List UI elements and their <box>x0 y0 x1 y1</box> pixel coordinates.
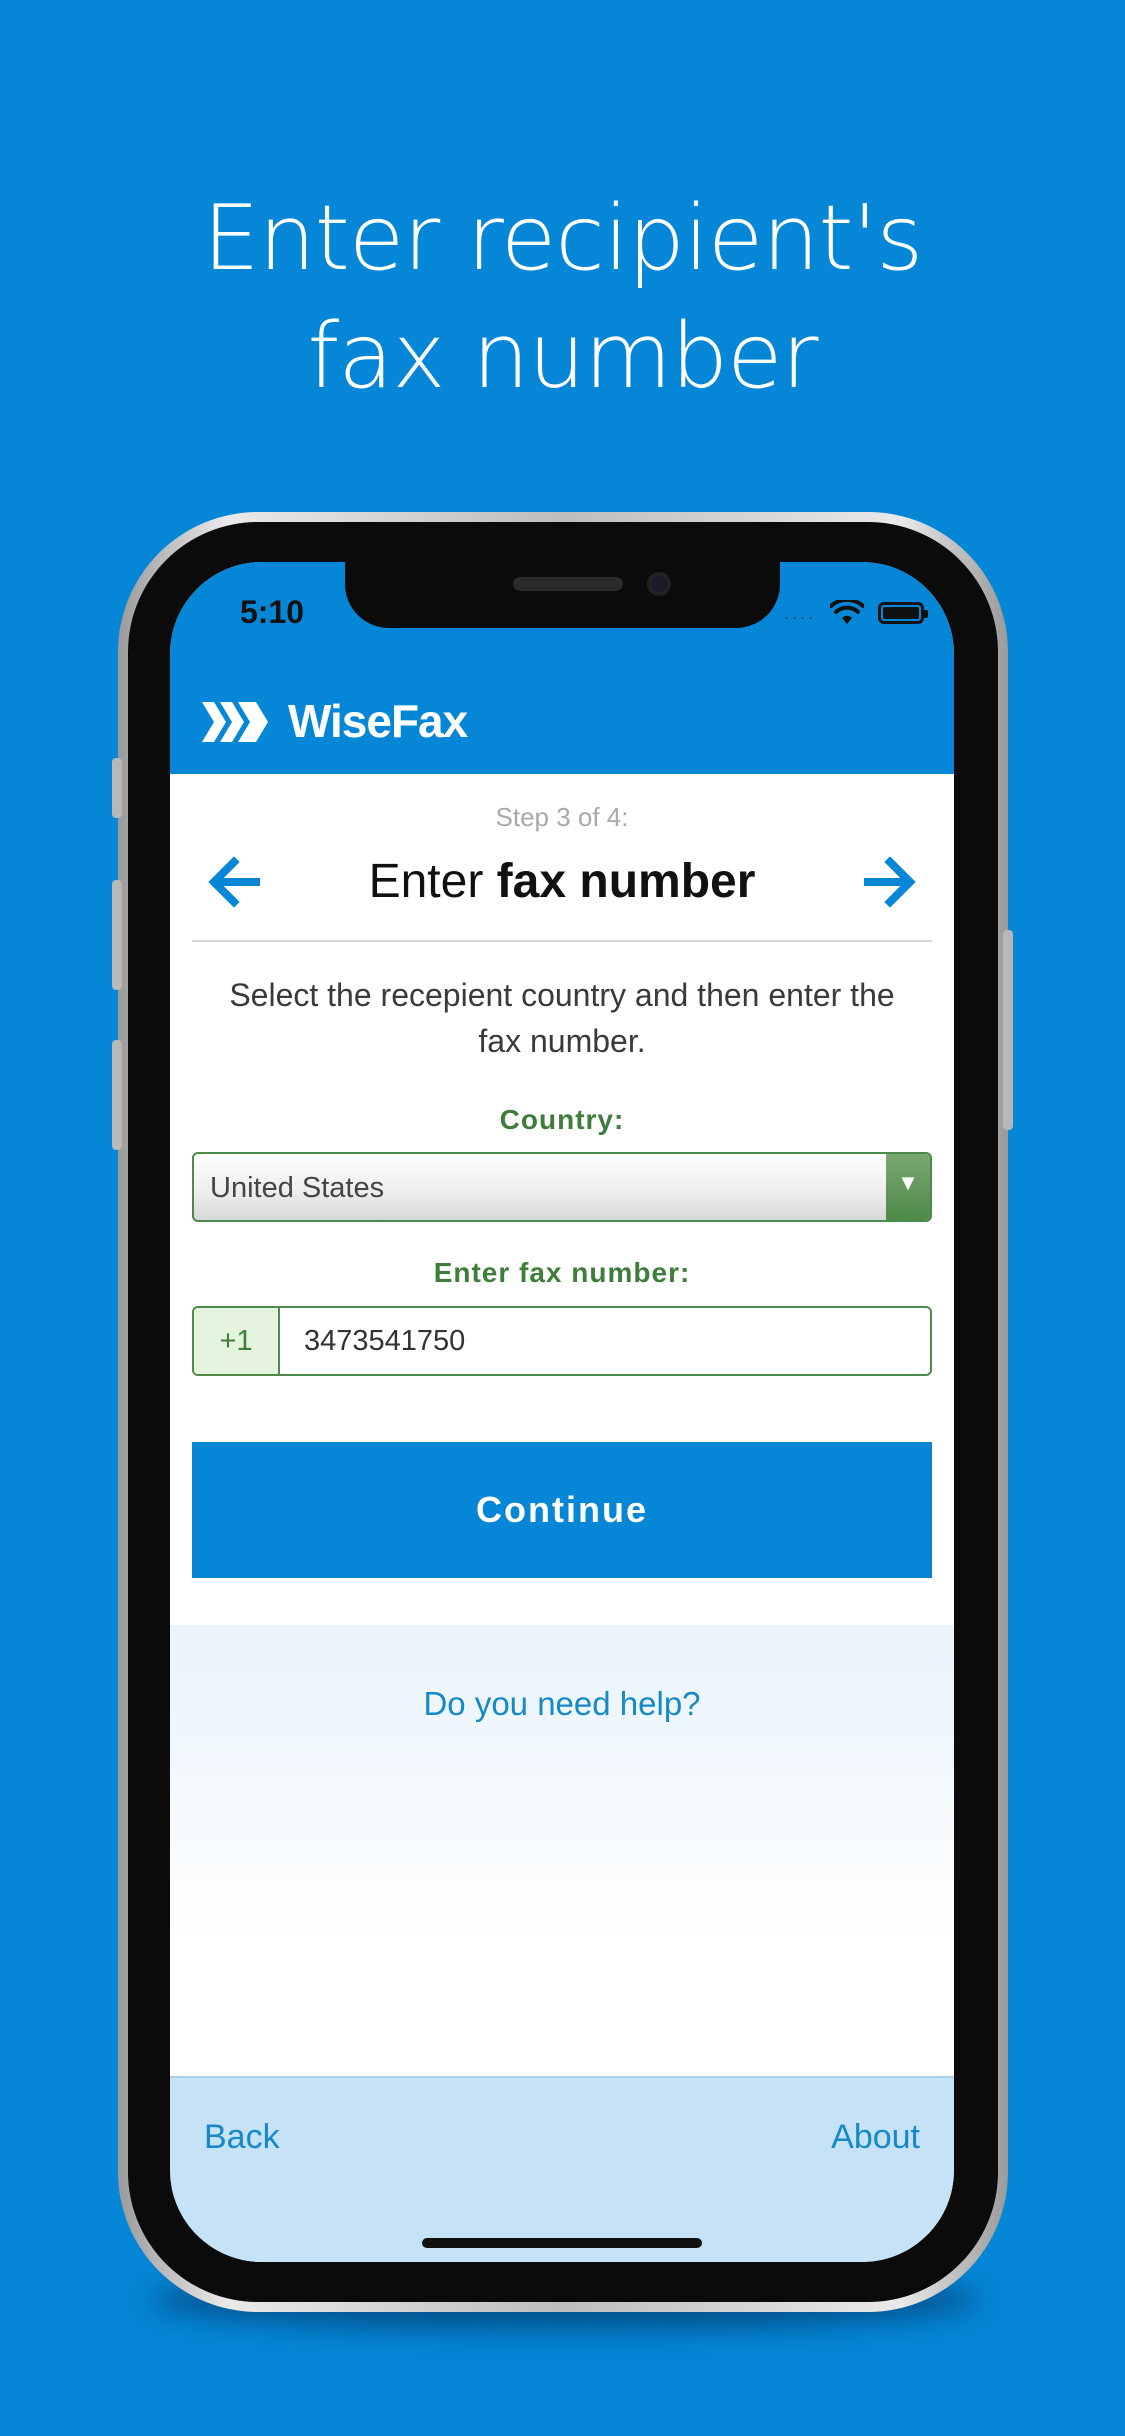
phone-speaker <box>513 577 623 591</box>
phone-screen: 5:10 .... WiseFax Step 3 of 4: Enter fax… <box>170 562 954 2262</box>
battery-icon <box>878 602 928 624</box>
footer-bar: Back About <box>170 2076 954 2262</box>
help-area: Do you need help? <box>170 1625 954 2075</box>
country-label: Country: <box>499 1104 625 1135</box>
phone-power-button <box>1003 930 1013 1130</box>
headline-line-1: Enter recipient's <box>202 186 924 291</box>
continue-button[interactable]: Continue <box>192 1442 932 1578</box>
title-divider <box>192 940 932 942</box>
instructions-text: Select the recepient country and then en… <box>229 977 895 1059</box>
country-code-prefix: +1 <box>194 1308 280 1374</box>
promo-page: Enter recipient's fax number 5:10 .... W… <box>0 0 1125 2436</box>
phone-volume-up <box>112 880 122 990</box>
page-title: Enter fax number <box>170 854 954 909</box>
home-indicator <box>422 2238 702 2248</box>
app-header: WiseFax <box>170 672 954 774</box>
caret-down-icon: ▼ <box>886 1154 930 1220</box>
fax-number-input[interactable] <box>282 1308 930 1374</box>
phone-volume-down <box>112 1040 122 1150</box>
page-title-regular: Enter <box>368 855 484 908</box>
wifi-icon <box>830 600 864 624</box>
status-time: 5:10 <box>240 594 305 630</box>
app-logo-text: WiseFax <box>288 695 468 747</box>
phone-mute-switch <box>112 758 122 818</box>
signal-dots: .... <box>783 602 816 623</box>
arrow-right-icon[interactable] <box>858 854 918 910</box>
wizard-title-row: Enter fax number <box>170 846 954 916</box>
phone-notch <box>345 562 780 628</box>
country-select[interactable]: United States ▼ <box>192 1152 932 1222</box>
promo-headline: Enter recipient's fax number <box>0 180 1125 416</box>
fax-number-label: Enter fax number: <box>433 1257 691 1288</box>
chevrons-logo-icon <box>202 702 268 742</box>
fax-number-field: +1 <box>192 1306 932 1376</box>
page-title-bold: fax number <box>496 855 756 908</box>
step-indicator: Step 3 of 4: <box>495 802 629 832</box>
status-icons: .... <box>783 598 928 628</box>
about-link[interactable]: About <box>831 2118 920 2157</box>
country-select-value: United States <box>210 1172 385 1204</box>
phone-camera <box>647 572 671 596</box>
help-link[interactable]: Do you need help? <box>170 1685 954 1723</box>
headline-line-2: fax number <box>307 304 819 409</box>
back-link[interactable]: Back <box>204 2118 280 2157</box>
